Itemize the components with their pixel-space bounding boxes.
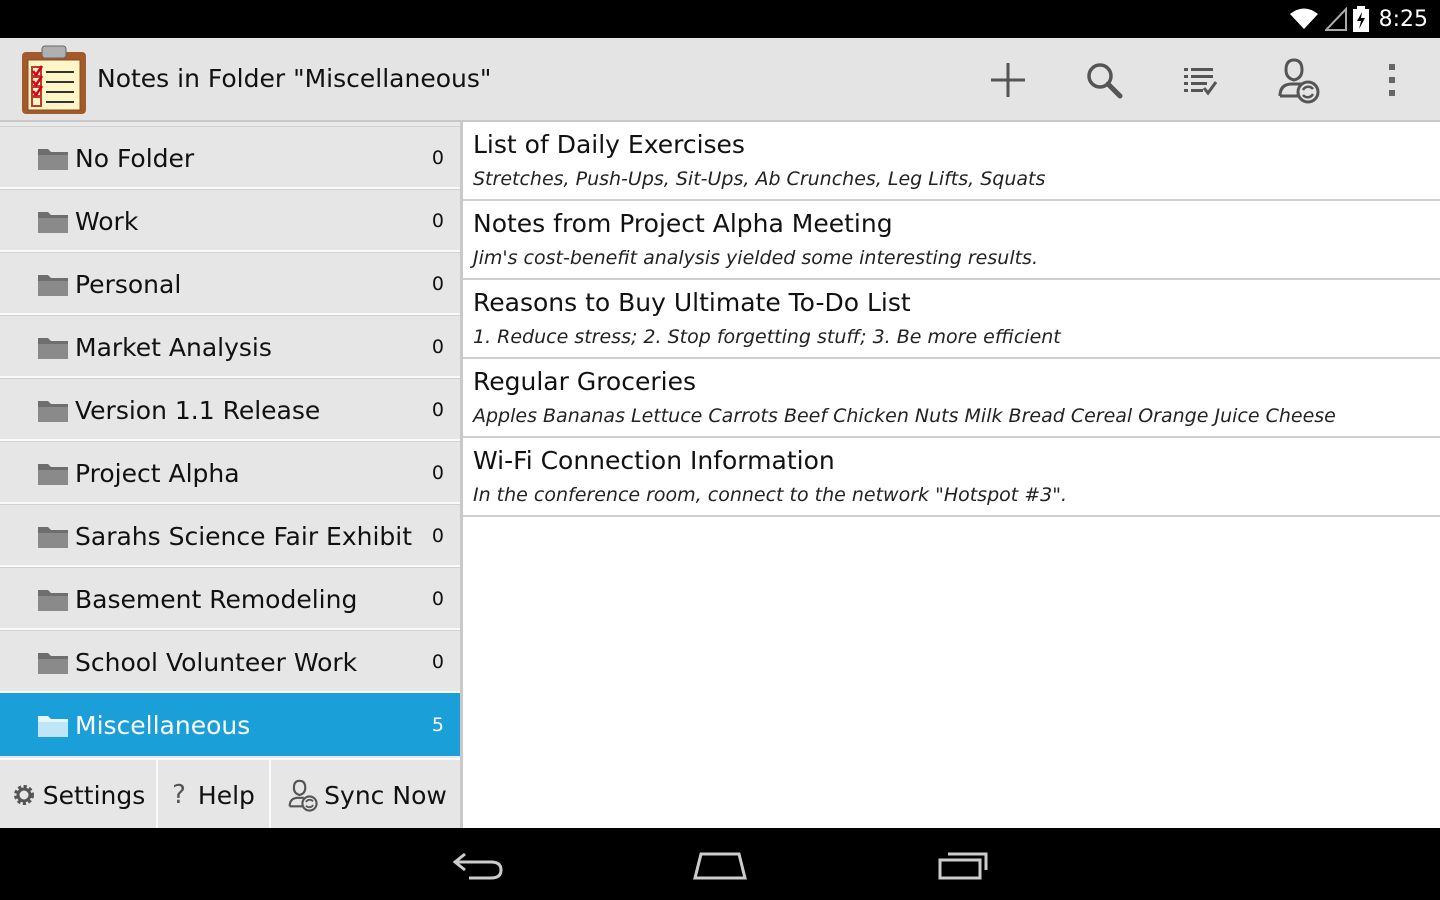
folder-name: School Volunteer Work	[75, 648, 358, 677]
folder-item[interactable]: Personal 0	[0, 252, 460, 315]
note-preview: Apples Bananas Lettuce Carrots Beef Chic…	[473, 405, 1336, 427]
recents-button[interactable]	[924, 842, 1004, 888]
folder-name: Personal	[75, 270, 182, 299]
folder-item[interactable]: Miscellaneous 5	[0, 693, 460, 756]
folder-count: 5	[431, 714, 444, 736]
note-title: Notes from Project Alpha Meeting	[473, 209, 893, 238]
back-arrow-icon	[452, 852, 503, 880]
back-button[interactable]	[437, 842, 517, 888]
note-preview: In the conference room, connect to the n…	[473, 484, 1068, 506]
search-icon	[1087, 63, 1123, 99]
folder-bottom-bar: Settings ? Help Sync Now	[0, 758, 460, 830]
folder-count: 0	[431, 336, 444, 358]
note-list-item[interactable]: Reasons to Buy Ultimate To-Do List 1. Red…	[463, 280, 1440, 359]
folder-icon	[38, 527, 68, 548]
note-title: Wi-Fi Connection Information	[473, 446, 835, 475]
note-list: List of Daily Exercises Stretches, Push-U…	[463, 122, 1440, 517]
folder-item[interactable]: Market Analysis 0	[0, 315, 460, 378]
page-title: Notes in Folder "Miscellaneous"	[97, 64, 492, 93]
note-title: Regular Groceries	[473, 367, 696, 396]
folder-list: No Folder 0 Work 0 Personal 0 Market Analysis 0…	[0, 122, 460, 756]
signal-icon	[1324, 7, 1347, 31]
navigation-bar	[0, 828, 1440, 900]
note-title: Reasons to Buy Ultimate To-Do List	[473, 288, 911, 317]
search-button[interactable]	[1076, 52, 1132, 108]
home-button[interactable]	[680, 842, 760, 888]
sync-now-label: Sync Now	[324, 780, 447, 810]
folder-icon	[38, 401, 68, 422]
more-vertical-icon	[1389, 64, 1395, 96]
help-button[interactable]: ? Help	[158, 760, 271, 830]
note-list-item[interactable]: Regular Groceries Apples Bananas Lettuce …	[463, 359, 1440, 438]
note-preview: Jim's cost-benefit analysis yielded some…	[473, 247, 1038, 269]
sync-account-button[interactable]	[1268, 52, 1324, 108]
folder-item[interactable]: No Folder 0	[0, 126, 460, 189]
note-preview: 1. Reduce stress; 2. Stop forgetting stu…	[473, 326, 1061, 348]
note-list-item[interactable]: Wi-Fi Connection Information In the confe…	[463, 438, 1440, 517]
battery-icon	[1352, 6, 1369, 32]
folder-item[interactable]: School Volunteer Work 0	[0, 630, 460, 693]
folder-count: 0	[431, 210, 444, 232]
wifi-icon	[1289, 8, 1318, 29]
folder-item[interactable]: Work 0	[0, 189, 460, 252]
add-note-button[interactable]	[980, 52, 1036, 108]
folder-count: 0	[431, 273, 444, 295]
sync-user-icon	[288, 779, 318, 812]
folder-item[interactable]: Project Alpha 0	[0, 441, 460, 504]
folder-count: 0	[431, 147, 444, 169]
overflow-menu-button[interactable]	[1364, 52, 1420, 108]
plus-icon	[991, 63, 1025, 97]
list-check-icon	[1184, 68, 1218, 96]
folder-icon	[38, 464, 68, 485]
folder-name: Version 1.1 Release	[75, 396, 321, 425]
action-bar: Notes in Folder "Miscellaneous"	[0, 38, 1440, 122]
folder-icon	[38, 653, 68, 674]
folder-name: Project Alpha	[75, 459, 240, 488]
folder-item[interactable]: Basement Remodeling 0	[0, 567, 460, 630]
settings-button[interactable]: Settings	[0, 760, 158, 830]
clipboard-app-icon	[22, 45, 86, 114]
help-label: Help	[197, 780, 255, 810]
view-list-button[interactable]	[1172, 52, 1228, 108]
folder-icon	[38, 212, 68, 233]
folder-name: Basement Remodeling	[75, 585, 358, 614]
help-icon: ?	[172, 780, 186, 810]
settings-label: Settings	[42, 780, 146, 810]
status-icons: 8:25	[1289, 0, 1428, 38]
folder-count: 0	[431, 651, 444, 673]
folder-count: 0	[431, 588, 444, 610]
folder-icon	[38, 149, 68, 170]
folder-name: No Folder	[75, 144, 195, 173]
folder-count: 0	[431, 399, 444, 421]
folder-count: 0	[431, 462, 444, 484]
gear-icon	[13, 785, 34, 805]
note-preview: Stretches, Push-Ups, Sit-Ups, Ab Crunche…	[473, 168, 1046, 190]
folder-count: 0	[431, 525, 444, 547]
folder-icon	[38, 338, 68, 359]
folder-item[interactable]: Version 1.1 Release 0	[0, 378, 460, 441]
folder-name: Work	[75, 207, 139, 236]
note-title: List of Daily Exercises	[473, 130, 745, 159]
sync-now-button[interactable]: Sync Now	[271, 760, 460, 830]
home-icon	[693, 852, 747, 880]
note-list-item[interactable]: List of Daily Exercises Stretches, Push-U…	[463, 122, 1440, 201]
folder-item[interactable]: Sarahs Science Fair Exhibit 0	[0, 504, 460, 567]
folder-icon	[38, 275, 68, 296]
folder-icon	[38, 590, 68, 611]
folder-name: Miscellaneous	[75, 711, 251, 740]
folder-icon	[38, 716, 68, 737]
status-time: 8:25	[1378, 6, 1428, 32]
folder-name: Market Analysis	[75, 333, 272, 362]
note-list-item[interactable]: Notes from Project Alpha Meeting Jim's co…	[463, 201, 1440, 280]
sync-user-icon	[1278, 58, 1320, 104]
recent-apps-icon	[938, 852, 988, 880]
notes-panel: List of Daily Exercises Stretches, Push-U…	[463, 122, 1440, 828]
folder-name: Sarahs Science Fair Exhibit	[75, 522, 413, 551]
status-bar: 8:25	[0, 0, 1440, 38]
folder-panel: No Folder 0 Work 0 Personal 0 Market Analysis 0…	[0, 122, 463, 830]
